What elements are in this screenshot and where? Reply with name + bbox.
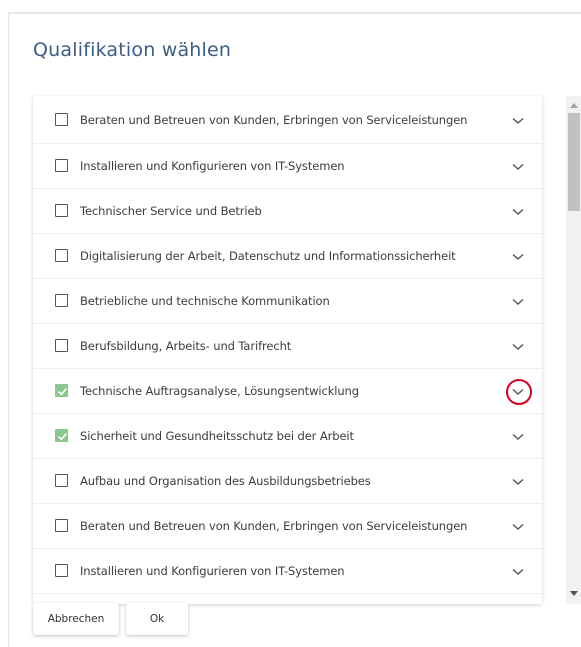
checkbox-checked[interactable] [55,429,68,442]
checkbox[interactable] [55,474,68,487]
chevron-down-icon[interactable] [512,433,524,441]
chevron-down-icon[interactable] [512,478,524,486]
list-item[interactable]: Beraten und Betreuen von Kunden, Erbring… [33,96,542,144]
list-item[interactable]: Berufsbildung, Arbeits- und Tarifrecht [33,324,542,369]
list-item[interactable]: Installieren und Konfigurieren von IT-Sy… [33,549,542,594]
list-item-label: Beraten und Betreuen von Kunden, Erbring… [80,519,468,533]
highlight-circle [506,379,532,405]
checkbox[interactable] [55,159,68,172]
list-item-label: Berufsbildung, Arbeits- und Tarifrecht [80,339,292,353]
list-item-label: Technischer Service und Betrieb [80,204,262,218]
list-item[interactable]: Sicherheit und Gesundheitsschutz bei der… [33,414,542,459]
scroll-down-arrow-icon[interactable] [570,591,578,596]
dialog-title: Qualifikation wählen [33,39,232,61]
chevron-down-icon[interactable] [512,253,524,261]
checkbox[interactable] [55,564,68,577]
check-icon [58,433,68,441]
list-item-label: Sicherheit und Gesundheitsschutz bei der… [80,429,354,443]
list-item-label: Aufbau und Organisation des Ausbildungsb… [80,474,371,488]
chevron-down-icon[interactable] [512,117,524,125]
chevron-down-icon[interactable] [512,343,524,351]
list-item-label: Digitalisierung der Arbeit, Datenschutz … [80,249,456,263]
ok-button[interactable]: Ok [126,603,188,635]
list-item-label: Installieren und Konfigurieren von IT-Sy… [80,159,345,173]
list-item[interactable]: Digitalisierung der Arbeit, Datenschutz … [33,234,542,279]
list-scrollbar[interactable] [566,96,581,604]
checkbox[interactable] [55,519,68,532]
checkbox[interactable] [55,112,68,126]
scrollbar-thumb[interactable] [568,113,580,211]
cancel-button[interactable]: Abbrechen [33,603,119,635]
list-item-label: Beraten und Betreuen von Kunden, Erbring… [80,112,468,127]
checkbox[interactable] [55,339,68,352]
qualification-list[interactable]: Beraten und Betreuen von Kunden, Erbring… [33,96,542,604]
list-item[interactable]: Technische Auftragsanalyse, Lösungsentwi… [33,369,542,414]
checkbox[interactable] [55,294,68,307]
checkbox[interactable] [55,249,68,262]
chevron-down-icon[interactable] [512,163,524,171]
chevron-down-icon[interactable] [512,298,524,306]
check-icon [58,388,68,396]
chevron-down-icon[interactable] [512,208,524,216]
list-item[interactable]: Betriebliche und technische Kommunikatio… [33,279,542,324]
list-item-label: Betriebliche und technische Kommunikatio… [80,294,330,308]
list-item[interactable]: Technischer Service und Betrieb [33,189,542,234]
scroll-up-arrow-icon[interactable] [570,103,578,108]
checkbox[interactable] [55,204,68,217]
dialog-top-border [9,13,581,14]
qualification-dialog: Qualifikation wählen Beraten und Betreue… [8,12,581,647]
chevron-down-icon[interactable] [512,568,524,576]
list-item[interactable]: Beraten und Betreuen von Kunden, Erbring… [33,504,542,549]
list-item[interactable]: Aufbau und Organisation des Ausbildungsb… [33,459,542,504]
checkbox-checked[interactable] [55,384,68,397]
list-item[interactable]: Installieren und Konfigurieren von IT-Sy… [33,144,542,189]
list-item-label: Technische Auftragsanalyse, Lösungsentwi… [80,384,359,398]
list-item-label: Installieren und Konfigurieren von IT-Sy… [80,564,345,578]
chevron-down-icon[interactable] [512,523,524,531]
